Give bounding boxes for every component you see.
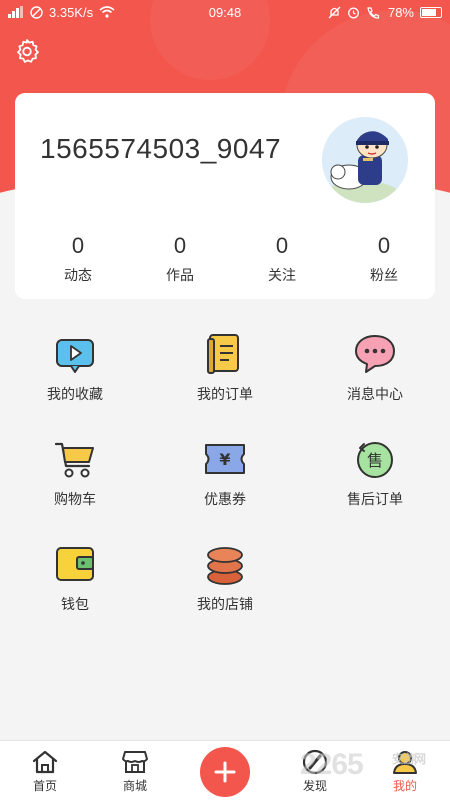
mute-icon (328, 6, 341, 18)
menu-item-store[interactable]: 我的店铺 (150, 540, 300, 614)
signal-icon (8, 6, 23, 18)
no-sim-icon (30, 5, 43, 19)
stat-label: 关注 (268, 267, 296, 283)
battery-percent: 78% (387, 4, 414, 20)
coupon-icon: ¥ (201, 435, 249, 483)
nav-shop[interactable]: 商城 (90, 741, 180, 800)
battery-icon (420, 6, 442, 18)
compass-icon (302, 749, 328, 775)
message-bubble-icon (351, 330, 399, 378)
user-icon (393, 751, 417, 774)
menu-item-cart[interactable]: 购物车 (0, 435, 150, 509)
nav-add[interactable] (180, 741, 270, 800)
stats-row: 0 动态 0 作品 0 关注 0 粉丝 (15, 233, 435, 285)
status-bar: 3.35K/s 09:48 78% (0, 0, 450, 24)
wallet-icon (51, 540, 99, 588)
shopping-cart-icon (51, 435, 99, 483)
gear-icon (17, 39, 39, 63)
stat-following[interactable]: 0 关注 (231, 233, 333, 285)
menu-label: 优惠券 (204, 491, 246, 507)
stat-value: 0 (173, 233, 187, 258)
nav-home[interactable]: 首页 (0, 741, 90, 800)
stat-followers[interactable]: 0 粉丝 (333, 233, 435, 285)
add-icon (214, 761, 236, 783)
home-icon (32, 750, 58, 774)
menu-label: 我的订单 (197, 386, 253, 402)
menu-label: 我的店铺 (197, 596, 253, 612)
stat-label: 粉丝 (370, 267, 398, 283)
menu-label: 钱包 (61, 596, 89, 612)
hd-call-icon (367, 6, 380, 19)
nav-label: 发现 (302, 779, 327, 793)
alarm-icon (348, 7, 359, 18)
order-list-icon (201, 330, 249, 378)
settings-button[interactable] (12, 36, 42, 66)
menu-item-messages[interactable]: 消息中心 (300, 330, 450, 404)
network-speed: 3.35K/s (49, 4, 94, 20)
wifi-icon (99, 6, 115, 18)
menu-label: 消息中心 (347, 386, 403, 402)
menu-label: 售后订单 (347, 491, 403, 507)
avatar[interactable] (322, 117, 408, 203)
menu-item-favorites[interactable]: 我的收藏 (0, 330, 150, 404)
svg-text:¥: ¥ (219, 450, 230, 469)
status-right: 78% (225, 5, 442, 20)
avatar-image (322, 117, 408, 203)
add-button[interactable] (200, 747, 250, 797)
menu-item-coupons[interactable]: ¥ 优惠券 (150, 435, 300, 509)
profile-card: 1565574503_9047 0 动态 0 作品 0 关注 0 粉丝 (15, 93, 435, 299)
shop-icon (122, 751, 148, 773)
nav-label: 首页 (32, 779, 57, 793)
nav-label: 商城 (122, 779, 147, 793)
nav-label: 我的 (392, 779, 417, 793)
menu-item-after-sales[interactable]: 售 售后订单 (300, 435, 450, 509)
stat-works[interactable]: 0 作品 (129, 233, 231, 285)
menu-label: 购物车 (54, 491, 96, 507)
store-coins-icon (201, 540, 249, 588)
stat-value: 0 (377, 233, 391, 258)
status-left: 3.35K/s (8, 5, 225, 20)
nav-discover[interactable]: 发现 (270, 741, 360, 800)
stat-value: 0 (71, 233, 85, 258)
stat-label: 动态 (64, 267, 92, 283)
after-sales-icon: 售 (351, 435, 399, 483)
video-favorite-icon (51, 330, 99, 378)
menu-item-orders[interactable]: 我的订单 (150, 330, 300, 404)
nav-mine[interactable]: 我的 (360, 741, 450, 800)
menu-item-wallet[interactable]: 钱包 (0, 540, 150, 614)
stat-value: 0 (275, 233, 289, 258)
menu-label: 我的收藏 (47, 386, 103, 402)
stat-posts[interactable]: 0 动态 (15, 233, 129, 285)
username: 1565574503_9047 (40, 133, 282, 164)
stat-label: 作品 (166, 267, 194, 283)
svg-text:售: 售 (367, 451, 383, 470)
bottom-nav: 首页 商城 发现 我的 (0, 740, 450, 800)
